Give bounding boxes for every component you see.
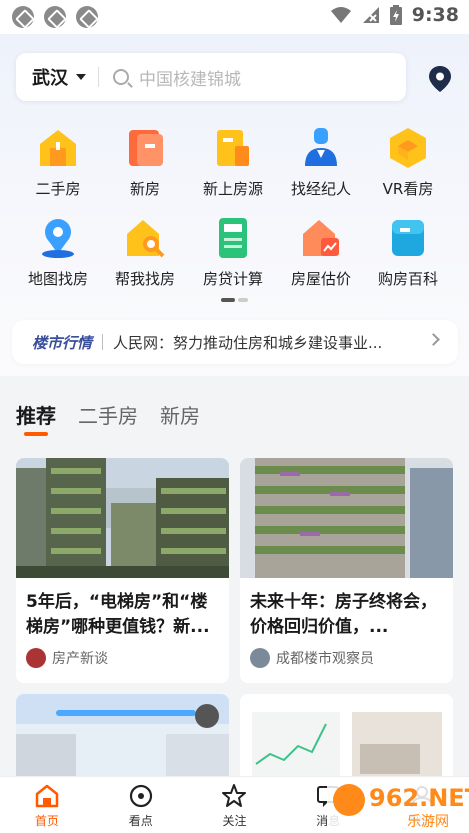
signal-icon (362, 7, 379, 23)
notification-icon (76, 6, 98, 28)
feed-tabs: 推荐 二手房 新房 (16, 400, 200, 429)
article-image (240, 458, 453, 578)
page-indicator (221, 298, 248, 302)
divider (98, 67, 99, 87)
location-icon[interactable] (428, 65, 452, 93)
search-bar[interactable]: 武汉 中国核建锦城 (16, 53, 406, 101)
watermark-text: 962.NET (369, 784, 469, 812)
vr-icon (390, 128, 426, 168)
news-tag: 楼市行情 (32, 333, 93, 352)
new-listing-icon (217, 130, 249, 166)
valuation-icon (303, 220, 339, 256)
article-author: 房产新谈 (52, 651, 108, 667)
news-headline[interactable]: 人民网：努力推动住房和城乡建设事业... (113, 332, 393, 353)
grid-item-agent[interactable]: 找经纪人 (281, 126, 361, 199)
article-card[interactable] (240, 694, 453, 784)
notification-icon (12, 6, 34, 28)
grid-item-second-hand[interactable]: 二手房 (18, 126, 98, 199)
article-image (240, 694, 453, 784)
market-news-bar[interactable]: 楼市行情 人民网：努力推动住房和城乡建设事业... (12, 320, 458, 364)
status-bar: 9:38 (0, 0, 469, 34)
nav-follow[interactable]: 关注 (188, 777, 282, 833)
nav-highlights[interactable]: 看点 (94, 777, 188, 833)
battery-icon (389, 5, 402, 25)
grid-item-loan-calc[interactable]: 房贷计算 (193, 216, 273, 289)
chevron-down-icon[interactable] (76, 74, 86, 80)
second-hand-house-icon (40, 130, 76, 166)
search-input[interactable]: 中国核建锦城 (139, 65, 241, 90)
tab-recommend[interactable]: 推荐 (16, 400, 56, 429)
notification-icon (44, 6, 66, 28)
article-card[interactable] (16, 694, 229, 784)
avatar (26, 648, 46, 668)
chevron-right-icon[interactable] (427, 333, 440, 346)
tab-new-house[interactable]: 新房 (160, 400, 200, 429)
grid-item-help-find[interactable]: 帮我找房 (105, 216, 185, 289)
article-card[interactable]: 未来十年：房子终将会，价格回归价值，... 成都楼市观察员 (240, 458, 453, 683)
city-selector[interactable]: 武汉 (32, 64, 68, 90)
divider (102, 334, 104, 350)
home-icon (35, 784, 59, 808)
compass-icon (129, 784, 152, 808)
search-icon (113, 69, 129, 85)
tab-second-hand[interactable]: 二手房 (78, 400, 138, 429)
star-icon (222, 784, 247, 807)
status-time: 9:38 (411, 4, 459, 26)
calculator-icon (219, 218, 247, 258)
avatar (250, 648, 270, 668)
new-house-icon (129, 130, 163, 166)
grid-item-map-search[interactable]: 地图找房 (18, 216, 98, 289)
watermark-subtext: 乐游网 (407, 814, 449, 830)
grid-item-encyclopedia[interactable]: 购房百科 (368, 216, 448, 289)
map-pin-icon (42, 219, 74, 258)
article-title: 未来十年：房子终将会，价格回归价值，... (250, 592, 437, 637)
article-author: 成都楼市观察员 (276, 651, 374, 667)
grid-item-vr[interactable]: VR看房 (368, 126, 448, 199)
agent-icon (305, 128, 337, 166)
article-image (16, 458, 229, 578)
house-search-icon (127, 220, 165, 258)
grid-item-new-listing[interactable]: 新上房源 (193, 126, 273, 199)
encyclopedia-icon (392, 220, 424, 256)
vr-badge-icon (195, 704, 219, 728)
grid-item-new-house[interactable]: 新房 (105, 126, 185, 199)
article-card[interactable]: 5年后，“电梯房”和“楼梯房”哪种更值钱？新... 房产新谈 (16, 458, 229, 683)
grid-item-valuation[interactable]: 房屋估价 (281, 216, 361, 289)
nav-home[interactable]: 首页 (0, 777, 94, 833)
article-title: 5年后，“电梯房”和“楼梯房”哪种更值钱？新... (26, 592, 210, 637)
tab-indicator (24, 432, 48, 436)
wifi-icon (330, 7, 351, 23)
watermark-logo: 962.NET 乐游网 (327, 778, 469, 830)
